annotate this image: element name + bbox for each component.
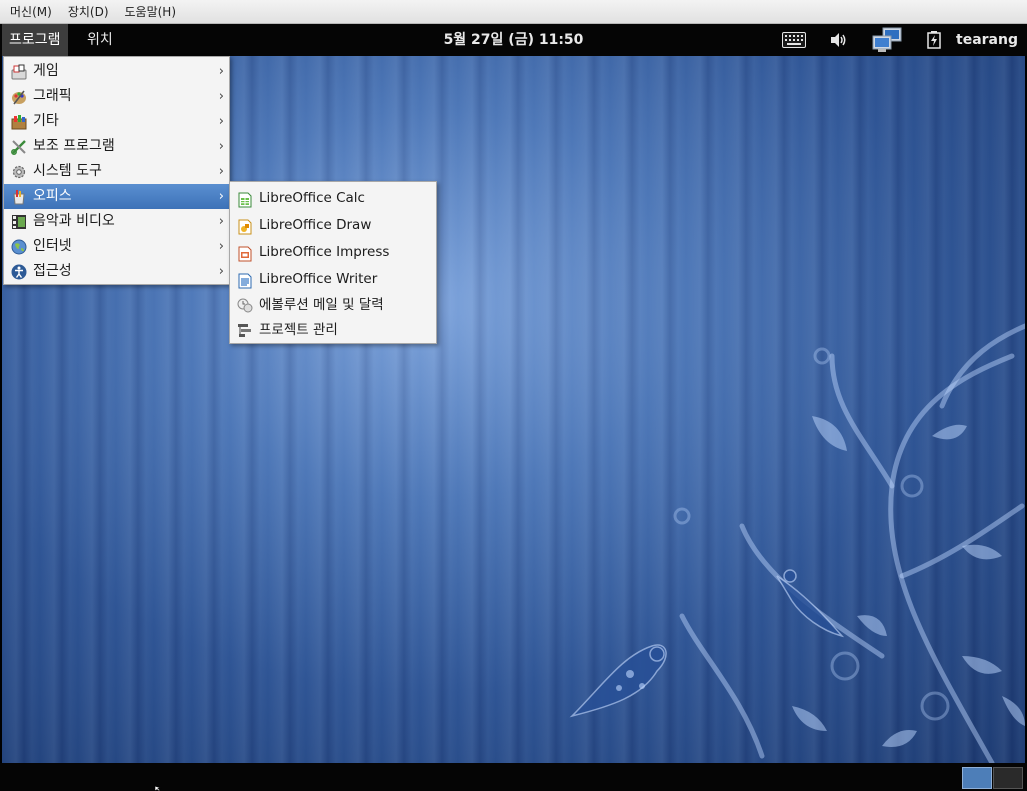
menu-item-label: 프로젝트 관리: [259, 322, 338, 338]
keyboard-icon[interactable]: [780, 24, 808, 56]
system-tools-icon: [11, 164, 27, 180]
clock[interactable]: 5월 27일 (금) 11:50: [444, 32, 584, 48]
menu-item-label: 게임: [33, 63, 59, 79]
menu-item-label: 오피스: [33, 188, 72, 204]
host-menu-help[interactable]: 도움말(H): [117, 0, 185, 24]
menu-item-system-tools[interactable]: 시스템 도구 ›: [4, 159, 229, 184]
submenu-arrow-icon: ›: [218, 114, 224, 129]
menu-item-label: LibreOffice Impress: [259, 244, 390, 260]
menu-item-accessories[interactable]: 보조 프로그램 ›: [4, 134, 229, 159]
menu-item-label: 기타: [33, 113, 59, 129]
internet-icon: [11, 239, 27, 255]
other-icon: [11, 114, 27, 130]
multimedia-icon: [11, 214, 27, 230]
submenu-arrow-icon: ›: [218, 189, 224, 204]
menu-item-label: LibreOffice Draw: [259, 217, 372, 233]
submenu-arrow-icon: ›: [218, 214, 224, 229]
menu-item-office[interactable]: 오피스 ›: [4, 184, 229, 209]
menu-item-libreoffice-impress[interactable]: LibreOffice Impress: [230, 239, 436, 266]
menu-item-label: LibreOffice Calc: [259, 190, 365, 206]
menu-item-libreoffice-writer[interactable]: LibreOffice Writer: [230, 266, 436, 293]
host-menu-machine[interactable]: 머신(M): [0, 0, 60, 24]
accessibility-icon: [11, 264, 27, 280]
accessories-icon: [11, 139, 27, 155]
workspace-switcher-2[interactable]: [993, 767, 1023, 789]
network-icon[interactable]: [870, 24, 904, 56]
submenu-arrow-icon: ›: [218, 139, 224, 154]
user-menu[interactable]: tearang: [956, 24, 1018, 56]
games-icon: [11, 64, 27, 80]
battery-icon[interactable]: [924, 24, 944, 56]
menu-item-other[interactable]: 기타 ›: [4, 109, 229, 134]
submenu-arrow-icon: ›: [218, 264, 224, 279]
menu-item-project-management[interactable]: 프로젝트 관리: [230, 318, 436, 343]
libreoffice-calc-icon: [237, 191, 253, 208]
volume-icon[interactable]: [828, 24, 850, 56]
mouse-cursor-icon: [155, 786, 162, 791]
menu-item-label: 접근성: [33, 263, 72, 279]
menu-item-label: LibreOffice Writer: [259, 271, 378, 287]
menu-item-label: 인터넷: [33, 238, 72, 254]
graphics-icon: [11, 89, 27, 105]
libreoffice-draw-icon: [237, 218, 253, 235]
menu-item-libreoffice-draw[interactable]: LibreOffice Draw: [230, 212, 436, 239]
menu-item-label: 에볼루션 메일 및 달력: [259, 297, 384, 313]
project-management-icon: [237, 322, 253, 338]
applications-menu: 게임 › 그래픽 › 기타 › 보조 프로그램 › 시스템 도구 › 오피스 ›: [3, 56, 230, 285]
libreoffice-impress-icon: [237, 245, 253, 262]
host-menu-devices[interactable]: 장치(D): [60, 0, 117, 24]
submenu-arrow-icon: ›: [218, 64, 224, 79]
menu-item-accessibility[interactable]: 접근성 ›: [4, 259, 229, 284]
submenu-arrow-icon: ›: [218, 164, 224, 179]
menu-item-label: 그래픽: [33, 88, 72, 104]
menu-item-label: 보조 프로그램: [33, 138, 115, 154]
menu-item-label: 음악과 비디오: [33, 213, 115, 229]
menu-item-libreoffice-calc[interactable]: LibreOffice Calc: [230, 185, 436, 212]
workspace-switcher-1[interactable]: [962, 767, 992, 789]
menu-item-internet[interactable]: 인터넷 ›: [4, 234, 229, 259]
office-icon: [11, 189, 27, 205]
menu-item-label: 시스템 도구: [33, 163, 102, 179]
places-menu-button[interactable]: 위치: [79, 24, 121, 56]
menu-item-multimedia[interactable]: 음악과 비디오 ›: [4, 209, 229, 234]
office-submenu: LibreOffice Calc LibreOffice Draw LibreO…: [229, 181, 437, 344]
evolution-icon: [237, 297, 253, 313]
top-panel: 5월 27일 (금) 11:50 프로그램 위치 tearang: [0, 24, 1027, 56]
applications-menu-button[interactable]: 프로그램: [2, 24, 68, 56]
vm-host-menubar: 머신(M) 장치(D) 도움말(H): [0, 0, 1027, 24]
submenu-arrow-icon: ›: [218, 239, 224, 254]
submenu-arrow-icon: ›: [218, 89, 224, 104]
menu-item-evolution[interactable]: 에볼루션 메일 및 달력: [230, 293, 436, 318]
libreoffice-writer-icon: [237, 272, 253, 289]
menu-item-graphics[interactable]: 그래픽 ›: [4, 84, 229, 109]
menu-item-games[interactable]: 게임 ›: [4, 59, 229, 84]
